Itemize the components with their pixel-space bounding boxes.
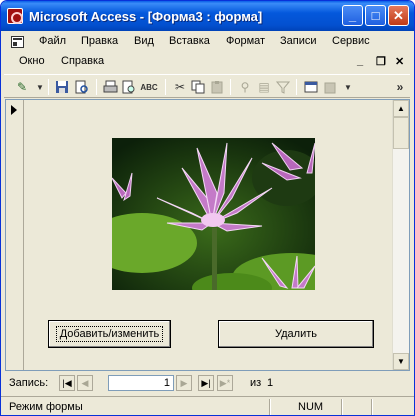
status-mode: Режим формы xyxy=(9,401,83,413)
design-view-icon[interactable]: ✎ xyxy=(14,79,30,95)
last-record-button[interactable]: ▶| xyxy=(198,375,214,391)
menu-view[interactable]: Вид xyxy=(134,35,154,47)
print-icon[interactable] xyxy=(102,79,118,95)
dropdown-arrow-icon[interactable]: ▼ xyxy=(32,79,48,95)
file-search-icon[interactable] xyxy=(74,79,90,95)
menu-file[interactable]: Файл xyxy=(39,35,66,47)
status-bar: Режим формы NUM xyxy=(1,396,414,415)
delete-button-label: Удалить xyxy=(275,328,317,340)
record-label: Запись: xyxy=(9,377,49,389)
form-document-icon[interactable] xyxy=(11,36,24,48)
mdi-minimize-button[interactable]: _ xyxy=(357,55,363,67)
paste-icon[interactable] xyxy=(209,79,225,95)
scroll-down-button[interactable]: ▼ xyxy=(393,353,409,370)
mdi-close-button[interactable]: ✕ xyxy=(395,55,404,68)
toolbar-overflow-icon[interactable]: » xyxy=(392,79,408,95)
close-button[interactable]: ✕ xyxy=(388,5,409,26)
scroll-up-button[interactable]: ▲ xyxy=(393,100,409,117)
title-bar[interactable]: Microsoft Access - [Форма3 : форма] _ □ … xyxy=(1,1,414,31)
record-navigation: Запись: |◀ ◀ ▶ ▶| ▶* из 1 xyxy=(5,373,410,393)
of-label: из xyxy=(250,377,262,389)
form-detail: Добавить/изменить Удалить ▲ ▼ xyxy=(5,99,410,371)
menu-format[interactable]: Формат xyxy=(226,35,265,47)
menu-help[interactable]: Справка xyxy=(61,55,104,67)
status-num: NUM xyxy=(298,401,324,413)
mdi-restore-button[interactable]: ❐ xyxy=(376,55,386,68)
record-selector[interactable] xyxy=(6,100,24,370)
scroll-thumb[interactable] xyxy=(393,117,409,149)
first-record-button[interactable]: |◀ xyxy=(59,375,75,391)
vertical-scrollbar[interactable]: ▲ ▼ xyxy=(392,100,409,370)
database-window-icon[interactable] xyxy=(303,79,319,95)
apply-filter-icon[interactable] xyxy=(275,79,291,95)
add-edit-button[interactable]: Добавить/изменить xyxy=(48,320,171,348)
filter-by-selection-icon[interactable]: ⚲ xyxy=(237,79,253,95)
filter-by-form-icon[interactable]: ▤ xyxy=(256,79,272,95)
toolbar: ✎ ▼ ABC ✂ ⚲ ▤ ▼ » xyxy=(4,74,410,98)
menu-edit[interactable]: Правка xyxy=(81,35,118,47)
total-records: 1 xyxy=(267,377,274,389)
menu-window[interactable]: Окно xyxy=(19,55,45,67)
add-edit-button-label: Добавить/изменить xyxy=(55,326,164,342)
spelling-icon[interactable]: ABC xyxy=(140,79,157,95)
save-icon[interactable] xyxy=(54,79,70,95)
cut-icon[interactable]: ✂ xyxy=(172,79,188,95)
menu-insert[interactable]: Вставка xyxy=(169,35,210,47)
current-record-input[interactable] xyxy=(108,375,174,391)
access-app-icon[interactable] xyxy=(7,8,23,24)
menu-bar: Файл Правка Вид Вставка Формат Записи Се… xyxy=(5,33,410,73)
new-object-icon[interactable] xyxy=(323,79,339,95)
menu-records[interactable]: Записи xyxy=(280,35,317,47)
water-lily-picture xyxy=(112,138,315,290)
minimize-button[interactable]: _ xyxy=(342,5,363,26)
print-preview-icon[interactable] xyxy=(121,79,137,95)
next-record-button[interactable]: ▶ xyxy=(176,375,192,391)
menu-tools[interactable]: Сервис xyxy=(332,35,370,47)
maximize-button[interactable]: □ xyxy=(365,5,386,26)
window-title: Microsoft Access - [Форма3 : форма] xyxy=(29,9,263,24)
delete-button[interactable]: Удалить xyxy=(218,320,374,348)
new-record-button[interactable]: ▶* xyxy=(217,375,233,391)
previous-record-button[interactable]: ◀ xyxy=(77,375,93,391)
new-object-dropdown-icon[interactable]: ▼ xyxy=(340,79,356,95)
access-window: Microsoft Access - [Форма3 : форма] _ □ … xyxy=(0,0,415,416)
copy-icon[interactable] xyxy=(190,79,206,95)
